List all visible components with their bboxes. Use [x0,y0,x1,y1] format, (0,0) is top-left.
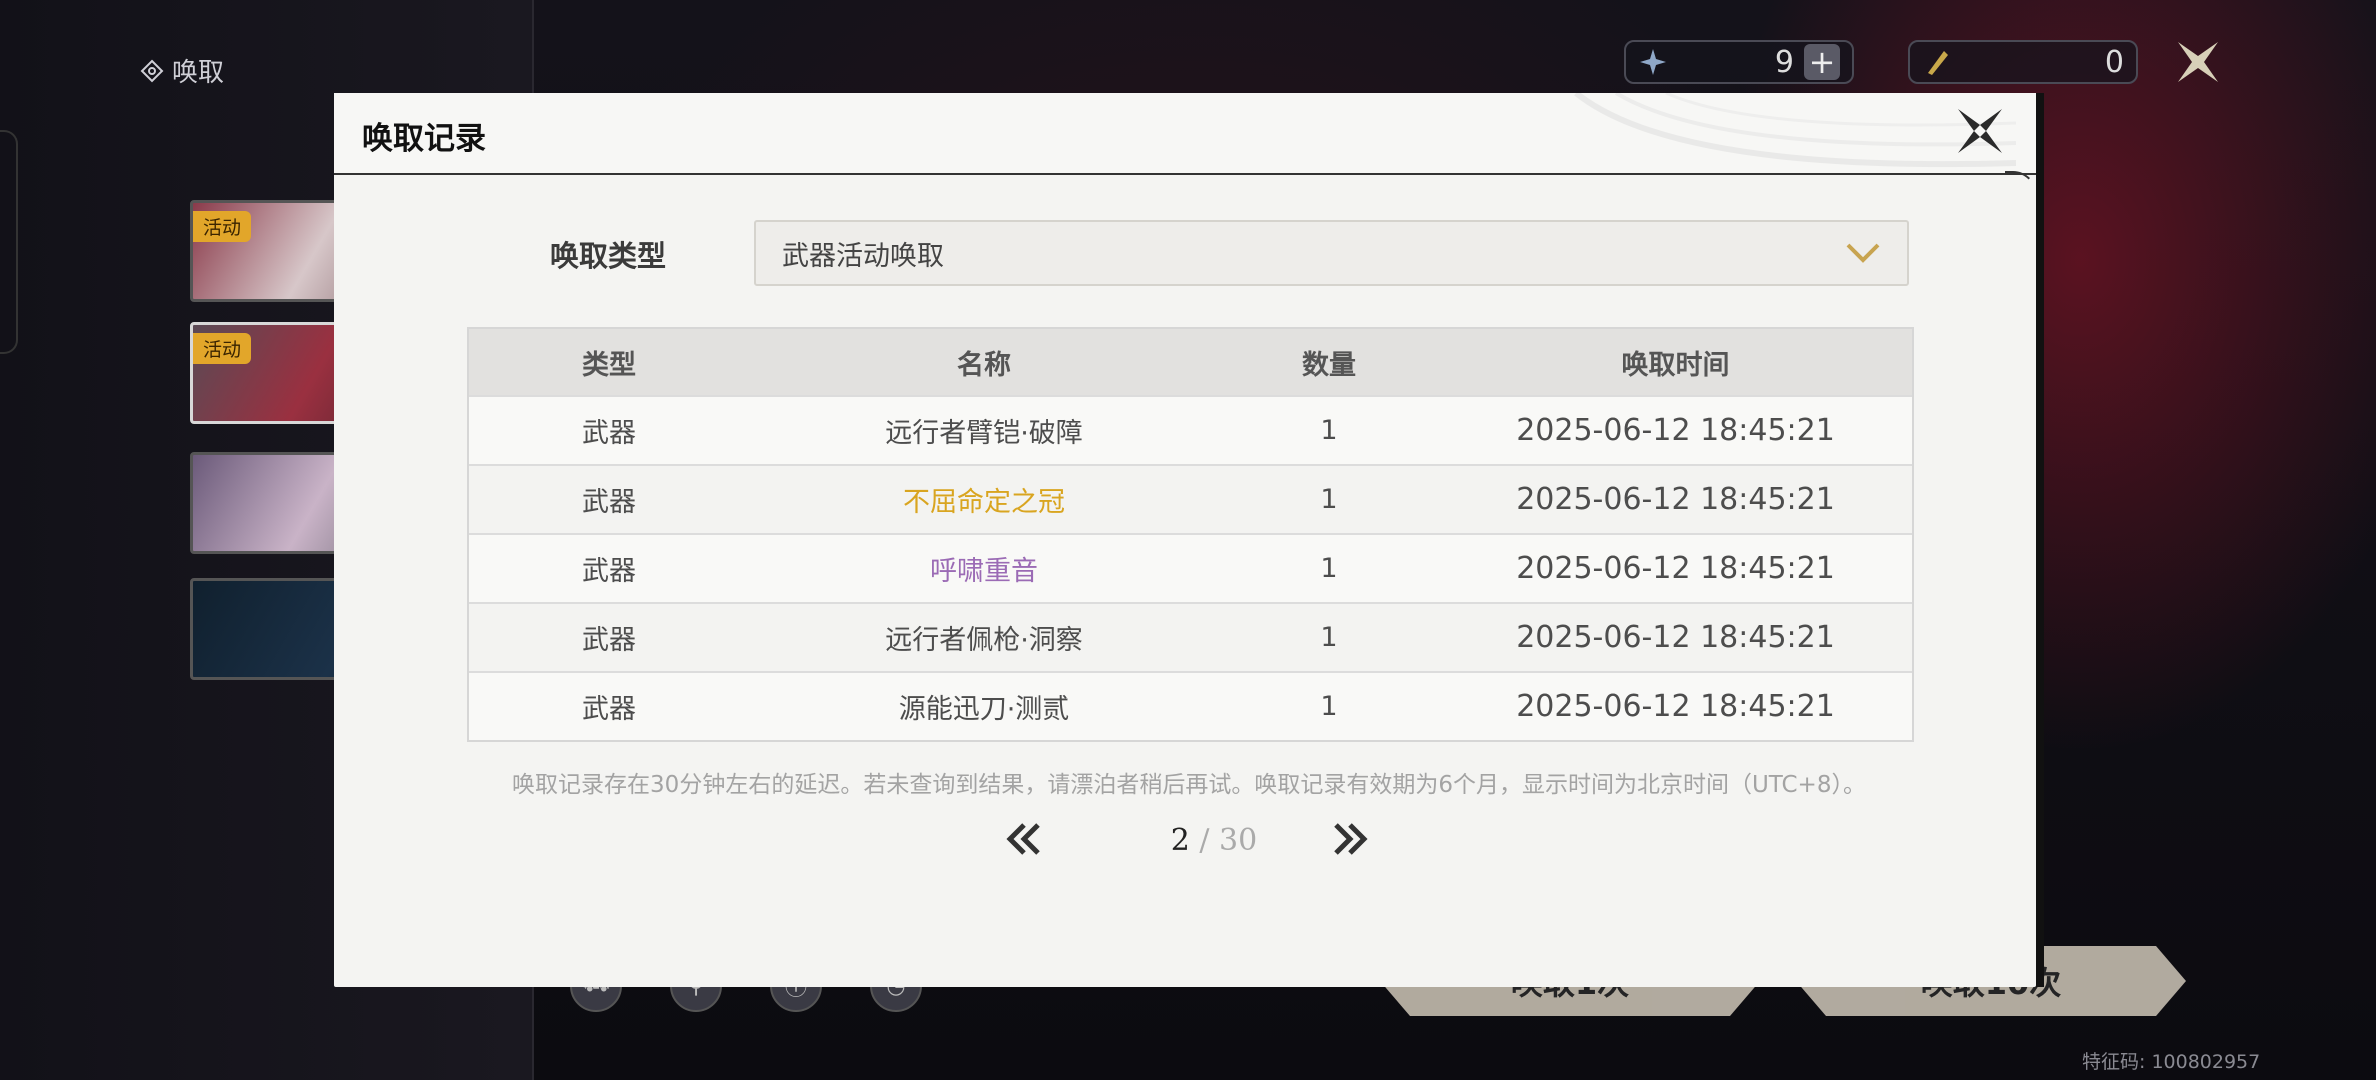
row-quantity: 1 [1320,553,1338,584]
summon-type-value: 武器活动唤取 [782,240,944,272]
summon-record-dialog: 唤取记录 唤取类型 武器活动唤取 类型 名称 数量 唤取时间 武器 远行者臂铠·… [334,93,2044,987]
dialog-edge [2036,93,2044,987]
row-name: 远行者臂铠·破障 [885,418,1083,449]
summon-type-dropdown[interactable]: 武器活动唤取 [754,220,1909,286]
row-time: 2025-06-12 18:45:21 [1516,689,1835,724]
summon-type-label: 唤取类型 [550,239,667,273]
dialog-header: 唤取记录 [334,93,2037,175]
feature-code: 特征码: 100802957 [2082,1051,2261,1073]
row-type: 武器 [582,694,636,725]
row-time: 2025-06-12 18:45:21 [1516,482,1835,517]
row-type: 武器 [582,556,636,587]
astrite-icon [1640,49,1666,75]
tide-amount: 0 [2104,44,2124,80]
column-header-type: 类型 [582,349,636,381]
page-separator: / [1199,823,1210,858]
dialog-title: 唤取记录 [362,121,486,157]
table-row: 武器 远行者臂铠·破障 1 2025-06-12 18:45:21 [469,395,1912,464]
row-quantity: 1 [1320,484,1338,515]
row-quantity: 1 [1320,622,1338,653]
event-tag: 活动 [193,211,252,242]
side-tab[interactable] [0,130,18,354]
event-tag: 活动 [193,333,252,364]
pagination: 2 / 30 [334,811,2036,871]
astrite-currency: 9 + [1624,40,1854,84]
row-type: 武器 [582,487,636,518]
row-name: 远行者佩枪·洞察 [885,625,1083,656]
table-row: 武器 呼啸重音 1 2025-06-12 18:45:21 [469,533,1912,602]
row-quantity: 1 [1320,415,1338,446]
row-quantity: 1 [1320,691,1338,722]
summon-icon [140,59,164,82]
row-time: 2025-06-12 18:45:21 [1516,620,1835,655]
row-name: 不屈命定之冠 [903,487,1065,518]
chevron-down-icon [1846,243,1880,263]
row-type: 武器 [582,625,636,656]
row-name: 呼啸重音 [930,556,1038,587]
next-page-icon[interactable] [1330,821,1370,857]
page-indicator: 2 / 30 [1114,823,1314,858]
table-header: 类型 名称 数量 唤取时间 [469,329,1912,395]
column-header-name: 名称 [957,349,1011,381]
column-header-time: 唤取时间 [1621,349,1730,381]
tide-icon [1928,51,1948,75]
tide-currency: 0 [1908,40,2138,84]
table-row: 武器 源能迅刀·测贰 1 2025-06-12 18:45:21 [469,671,1912,740]
section-title: 唤取 [140,52,224,89]
close-icon[interactable] [1954,105,2006,157]
current-page: 2 [1170,823,1190,858]
table-row: 武器 远行者佩枪·洞察 1 2025-06-12 18:45:21 [469,602,1912,671]
section-title-text: 唤取 [172,58,225,88]
row-name: 源能迅刀·测贰 [898,694,1070,725]
add-currency-button[interactable]: + [1804,43,1840,81]
row-time: 2025-06-12 18:45:21 [1516,413,1835,448]
table-row: 武器 不屈命定之冠 1 2025-06-12 18:45:21 [469,464,1912,533]
close-page-icon[interactable] [2172,36,2224,88]
previous-page-icon[interactable] [1004,821,1044,857]
record-table: 类型 名称 数量 唤取时间 武器 远行者臂铠·破障 1 2025-06-12 1… [467,327,1914,742]
column-header-quantity: 数量 [1302,349,1356,381]
delay-notice: 唤取记录存在30分钟左右的延迟。若未查询到结果，请漂泊者稍后再试。唤取记录有效期… [512,772,1866,798]
astrite-amount: 9 [1774,44,1794,80]
total-pages: 30 [1219,823,1258,858]
row-time: 2025-06-12 18:45:21 [1516,551,1835,586]
row-type: 武器 [582,418,636,449]
watermark-decoration [1574,93,2016,168]
